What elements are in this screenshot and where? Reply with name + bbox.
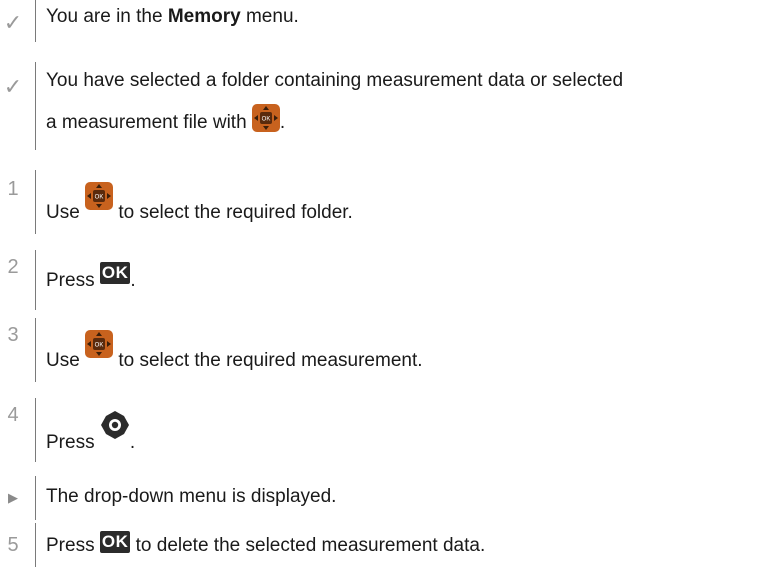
step-divider — [35, 398, 36, 462]
step-text: Use OK to select the required measuremen… — [46, 330, 784, 382]
step-text-line-2: a measurement file with OK . — [46, 102, 784, 148]
step-4: 4 Press . — [0, 398, 784, 462]
step-text: Press OK. — [46, 262, 136, 291]
step-divider — [35, 476, 36, 520]
step-divider — [35, 318, 36, 382]
ok-key-icon: OK — [99, 262, 131, 284]
joystick-icon: OK — [85, 330, 114, 374]
checkmark-icon: ✓ — [3, 74, 23, 99]
gear-icon — [99, 410, 130, 456]
step-number: 2 — [7, 256, 19, 278]
step-number: 1 — [7, 178, 19, 200]
step-text: You are in the Memory menu. — [46, 6, 299, 27]
step-precondition-memory-menu: ✓ You are in the Memory menu. — [0, 0, 784, 42]
ok-key-icon: OK — [99, 531, 131, 553]
step-text: Use OK to select the required folder. — [46, 182, 784, 234]
step-1: 1 Use OK to select the required folder. — [0, 170, 784, 234]
step-divider — [35, 170, 36, 234]
step-3: 3 Use OK to select the required measurem… — [0, 318, 784, 382]
svg-text:OK: OK — [262, 117, 271, 123]
result-arrow-icon: ▶ — [8, 490, 18, 505]
menu-name-memory: Memory — [167, 6, 241, 27]
step-divider — [35, 62, 36, 150]
svg-text:OK: OK — [95, 195, 104, 201]
step-precondition-selected-folder: ✓ You have selected a folder containing … — [0, 62, 784, 150]
step-text-line-1: You have selected a folder containing me… — [46, 70, 624, 91]
step-5: 5 Press OK to delete the selected measur… — [0, 523, 784, 567]
step-divider — [35, 0, 36, 42]
step-result: ▶ The drop-down menu is displayed. — [0, 476, 784, 520]
step-divider — [35, 250, 36, 310]
step-number: 3 — [7, 324, 19, 346]
checkmark-icon: ✓ — [3, 10, 23, 35]
step-number: 4 — [7, 404, 19, 426]
step-text: Press . — [46, 410, 784, 464]
step-text: Press OK to delete the selected measurem… — [46, 531, 486, 556]
svg-text:OK: OK — [95, 343, 104, 349]
step-text: The drop-down menu is displayed. — [46, 486, 337, 507]
step-number: 5 — [7, 534, 19, 556]
step-2: 2 Press OK. — [0, 250, 784, 310]
joystick-icon: OK — [251, 104, 280, 148]
joystick-icon: OK — [85, 182, 114, 226]
step-divider — [35, 523, 36, 567]
